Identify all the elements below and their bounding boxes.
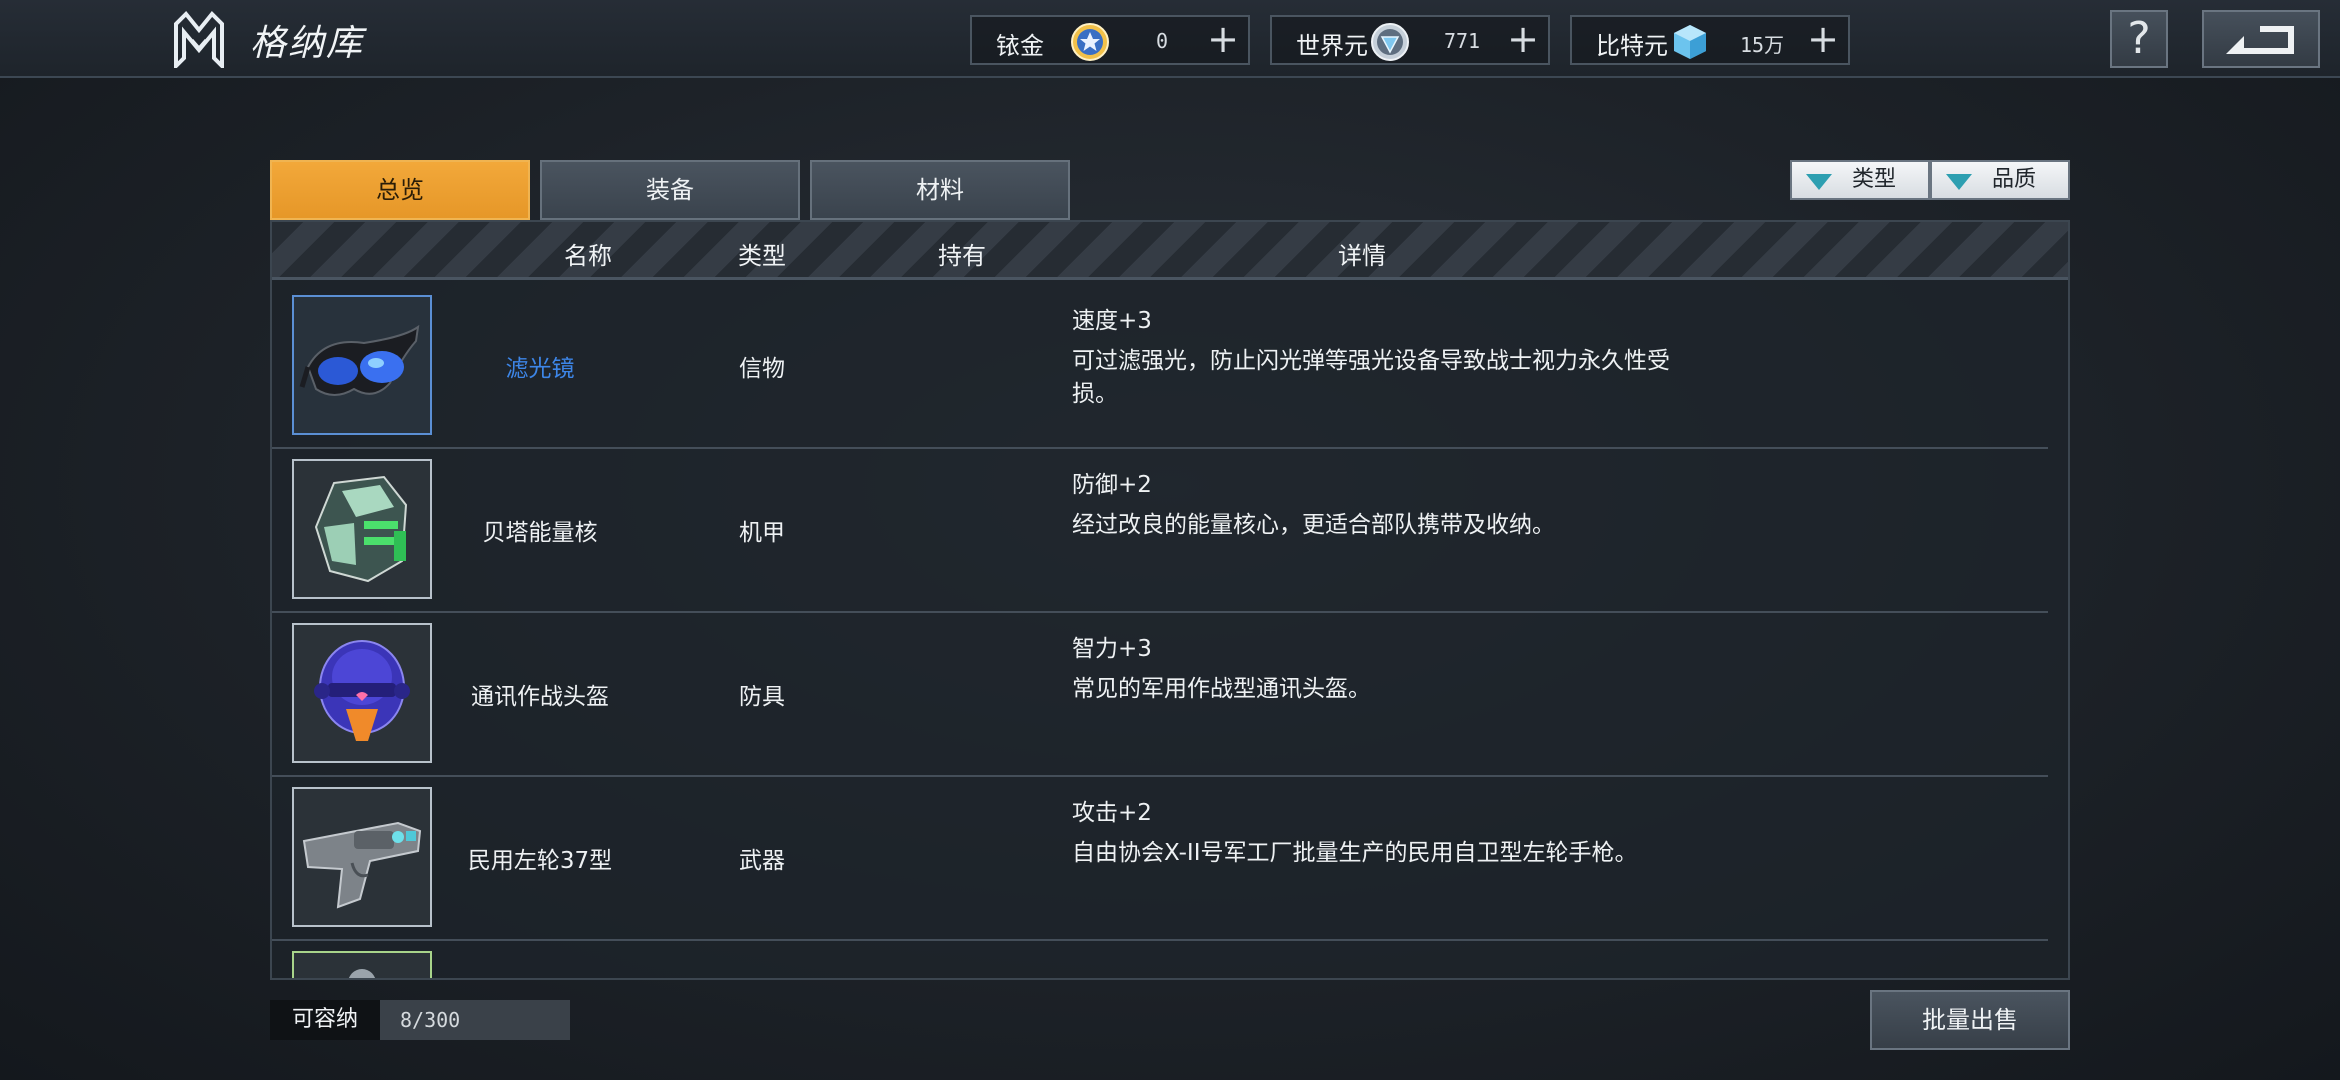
currency-value: 771	[1443, 29, 1481, 53]
item-type: 防具	[739, 684, 785, 710]
column-header-name: 名称	[564, 242, 612, 270]
hangar-logo-icon	[174, 11, 224, 68]
goggles-icon	[299, 324, 420, 396]
helmet-icon	[314, 640, 410, 741]
add-bit-currency-button[interactable]: +	[1802, 19, 1844, 61]
triangle-down-icon	[1806, 174, 1832, 190]
item-description: 自由协会X-II号军工厂批量生产的民用自卫型左轮手枪。	[1072, 840, 1638, 866]
filter-quality-dropdown[interactable]: 品质	[1930, 160, 2070, 200]
orb-icon	[348, 969, 376, 978]
capacity-value: 8/300	[380, 1000, 570, 1040]
item-name: 民用左轮37型	[467, 848, 613, 874]
currency-bit: 比特元 15万 +	[1570, 15, 1850, 65]
page-title: 格纳库	[250, 23, 365, 64]
inventory-table[interactable]: 名称 类型 持有 详情 滤光镜 信物 速度+3 可过滤强光，防止闪光弹等强光设备…	[270, 220, 2070, 980]
back-button[interactable]	[2202, 10, 2320, 68]
item-type: 机甲	[739, 520, 785, 546]
table-row[interactable]: 贝塔能量核 机甲 防御+2 经过改良的能量核心，更适合部队携带及收纳。	[272, 449, 2048, 613]
add-world-currency-button[interactable]: +	[1502, 19, 1544, 61]
currency-label: 比特元	[1596, 32, 1668, 60]
blue-cube-icon	[1674, 25, 1706, 59]
filter-label: 品质	[1992, 167, 2037, 192]
back-arrow-icon	[2226, 26, 2294, 54]
tab-materials[interactable]: 材料	[810, 160, 1070, 220]
item-type: 武器	[739, 848, 785, 874]
item-description: 可过滤强光，防止闪光弹等强光设备导致战士视力永久性受损。	[1072, 348, 1670, 407]
top-bar: 格纳库 铱金 0 + 世界元 771 + 比特元 15万 + ?	[0, 0, 2340, 78]
item-thumbnail	[292, 623, 432, 763]
column-header-detail: 详情	[1338, 242, 1386, 270]
add-iridium-button[interactable]: +	[1202, 19, 1244, 61]
item-type: 信物	[739, 356, 785, 382]
bulk-sell-button[interactable]: 批量出售	[1870, 990, 2070, 1050]
table-row[interactable]: 民用左轮37型 武器 攻击+2 自由协会X-II号军工厂批量生产的民用自卫型左轮…	[272, 777, 2048, 941]
table-row[interactable]: 通讯作战头盔 防具 智力+3 常见的军用作战型通讯头盔。	[272, 613, 2048, 777]
item-stat: 智力+3	[1072, 636, 1152, 662]
item-stat: 防御+2	[1072, 472, 1152, 498]
item-name: 贝塔能量核	[482, 520, 598, 546]
tab-overview[interactable]: 总览	[270, 160, 530, 220]
item-thumbnail	[292, 787, 432, 927]
filter-label: 类型	[1852, 167, 1897, 192]
currency-iridium: 铱金 0 +	[970, 15, 1250, 65]
column-header-type: 类型	[738, 242, 786, 270]
help-button[interactable]: ?	[2110, 10, 2168, 68]
silver-gem-coin-icon	[1371, 23, 1409, 61]
triangle-down-icon	[1946, 174, 1972, 190]
currency-label: 世界元	[1296, 32, 1368, 60]
item-thumbnail	[292, 459, 432, 599]
table-row[interactable]	[272, 941, 2048, 978]
item-stat: 速度+3	[1072, 308, 1152, 334]
item-name: 滤光镜	[505, 356, 575, 382]
currency-world: 世界元 771 +	[1270, 15, 1550, 65]
question-mark-icon: ?	[2127, 13, 2151, 64]
column-header-owned: 持有	[938, 242, 986, 270]
item-description: 常见的军用作战型通讯头盔。	[1072, 676, 1371, 702]
table-header: 名称 类型 持有 详情	[272, 222, 2068, 280]
item-thumbnail	[292, 951, 432, 978]
item-description: 经过改良的能量核心，更适合部队携带及收纳。	[1072, 512, 1555, 538]
item-thumbnail	[292, 295, 432, 435]
filter-type-dropdown[interactable]: 类型	[1790, 160, 1930, 200]
currency-value: 0	[1155, 29, 1169, 53]
capacity-label: 可容纳	[270, 1000, 380, 1040]
revolver-icon	[302, 821, 422, 909]
star-coin-icon	[1071, 23, 1109, 61]
table-row[interactable]: 滤光镜 信物 速度+3 可过滤强光，防止闪光弹等强光设备导致战士视力永久性受损。	[272, 285, 2048, 449]
item-name: 通讯作战头盔	[471, 684, 609, 710]
currency-label: 铱金	[996, 32, 1044, 60]
item-stat: 攻击+2	[1072, 800, 1152, 826]
tab-equipment[interactable]: 装备	[540, 160, 800, 220]
currency-value: 15万	[1739, 33, 1785, 57]
energy-core-icon	[314, 475, 408, 583]
